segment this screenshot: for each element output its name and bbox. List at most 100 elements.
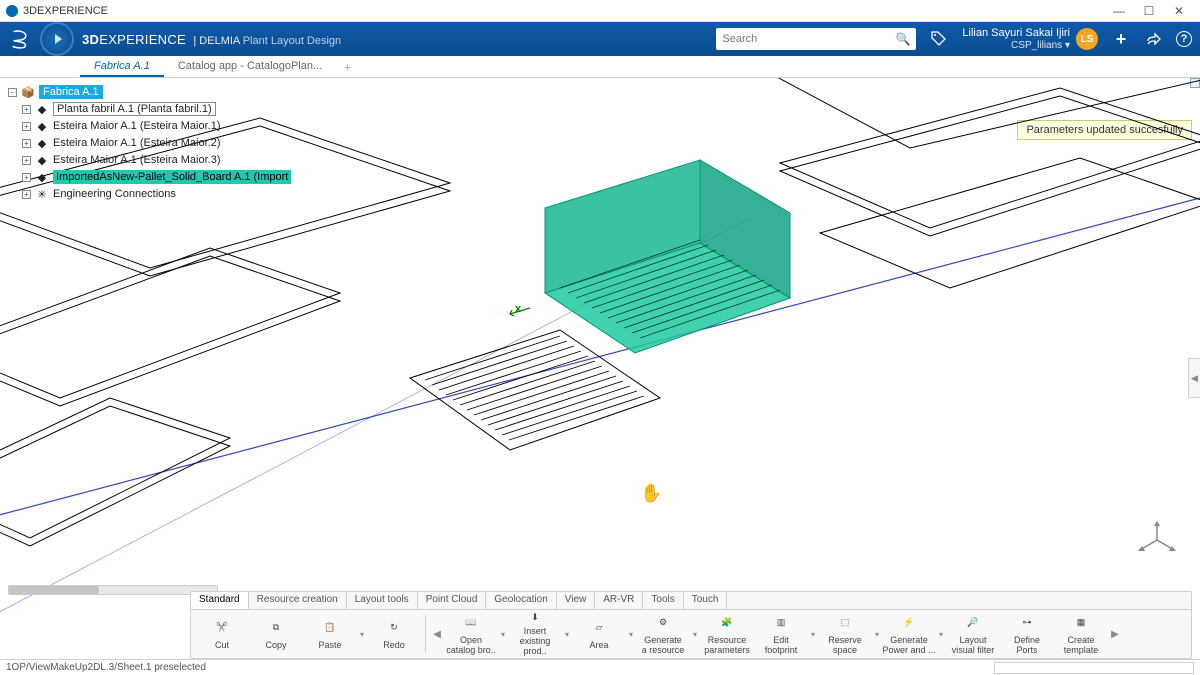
scroll-right-button[interactable]: ▶ [1108,629,1122,640]
cmdtab-point-cloud[interactable]: Point Cloud [418,592,487,609]
window-minimize-button[interactable]: — [1104,1,1134,21]
book-icon: 📖 [460,612,482,634]
dassault-logo-icon [8,27,32,51]
tab-fabrica[interactable]: Fabrica A.1 [80,57,164,77]
template-icon: ▦ [1070,612,1092,634]
timeline-scrollbar[interactable] [8,585,218,595]
connections-icon: ✳ [35,187,49,201]
user-role: CSP_lilians [1011,40,1062,51]
expand-icon[interactable]: + [22,139,31,148]
visual-filter-button[interactable]: 🔎Layout visual filter [946,611,1000,657]
cmdtab-tools[interactable]: Tools [643,592,683,609]
scroll-left-button[interactable]: ◀ [430,629,444,640]
open-catalog-button[interactable]: 📖Open catalog bro.. [444,611,498,657]
compass-button[interactable] [40,22,74,56]
create-template-button[interactable]: ▦Create template [1054,611,1108,657]
tree-item[interactable]: Engineering Connections [53,188,176,200]
window-close-button[interactable]: ✕ [1164,1,1194,21]
tab-catalog[interactable]: Catalog app - CatalogoPlan... [164,57,336,77]
tree-root[interactable]: Fabrica A.1 [39,85,103,99]
redo-icon: ↻ [383,617,405,639]
view-triad-icon[interactable] [1132,515,1182,565]
cmdtab-ar-vr[interactable]: AR-VR [595,592,643,609]
play-icon [55,34,62,44]
generate-resource-dropdown[interactable]: ▾ [690,611,700,657]
cut-button[interactable]: ✂️Cut [195,611,249,657]
open-catalog-dropdown[interactable]: ▾ [498,611,508,657]
viewport-3d[interactable]: − 📦 Fabrica A.1 +◆Planta fabril A.1 (Pla… [0,78,1200,675]
user-fullname: Lilian Sayuri Sakai Ijiri [962,27,1070,39]
cmdtab-layout-tools[interactable]: Layout tools [347,592,418,609]
ports-icon: ⊶ [1016,612,1038,634]
status-text: 1OP/ViewMakeUp2DL.3/Sheet.1 preselected [6,662,206,673]
cube-icon: ⬚ [834,612,856,634]
chevron-down-icon: ▾ [1065,40,1070,51]
cmdtab-view[interactable]: View [557,592,596,609]
help-icon[interactable]: ? [1176,31,1192,47]
tree-item[interactable]: Esteira Maior A.1 (Esteira Maior.3) [53,154,221,166]
tree-item[interactable]: Esteira Maior A.1 (Esteira Maior.1) [53,120,221,132]
part-icon: ◆ [35,170,49,184]
add-tab-button[interactable]: + [336,59,358,77]
expand-icon[interactable]: − [8,88,17,97]
separator [425,615,426,653]
expand-icon[interactable]: + [22,190,31,199]
paste-dropdown[interactable]: ▾ [357,611,367,657]
expand-icon[interactable]: + [22,105,31,114]
resource-params-button[interactable]: 🧩Resource parameters [700,611,754,657]
search-icon[interactable]: 🔍 [895,32,910,46]
footprint-icon: ▥ [770,612,792,634]
power-icon: ⚡ [898,612,920,634]
generate-resource-button[interactable]: ⚙Generate a resource [636,611,690,657]
command-tabs: Standard Resource creation Layout tools … [191,592,1191,610]
expand-icon[interactable]: + [22,156,31,165]
cmdtab-resource-creation[interactable]: Resource creation [249,592,347,609]
tree-item[interactable]: Esteira Maior A.1 (Esteira Maior.2) [53,137,221,149]
area-dropdown[interactable]: ▾ [626,611,636,657]
cmdtab-standard[interactable]: Standard [191,592,249,609]
edit-footprint-dropdown[interactable]: ▾ [808,611,818,657]
cmdtab-touch[interactable]: Touch [684,592,728,609]
search-input[interactable] [722,33,895,45]
insert-icon: ⬇ [524,611,546,625]
status-input[interactable] [994,662,1194,674]
scissors-icon: ✂️ [211,617,233,639]
cmdtab-geolocation[interactable]: Geolocation [486,592,556,609]
reserve-space-dropdown[interactable]: ▾ [872,611,882,657]
edit-footprint-button[interactable]: ▥Edit footprint [754,611,808,657]
user-block[interactable]: Lilian Sayuri Sakai Ijiri CSP_lilians ▾ … [962,27,1098,50]
tag-icon[interactable] [930,30,948,48]
define-ports-button[interactable]: ⊶Define Ports [1000,611,1054,657]
brand-label: 3DEXPERIENCE | DELMIA Plant Layout Desig… [82,32,341,47]
window-maximize-button[interactable]: ☐ [1134,1,1164,21]
feature-tree[interactable]: − 📦 Fabrica A.1 +◆Planta fabril A.1 (Pla… [6,84,293,203]
copy-icon: ⧉ [265,617,287,639]
insert-existing-dropdown[interactable]: ▾ [562,611,572,657]
insert-existing-button[interactable]: ⬇Insert existing prod.. [508,611,562,657]
paste-button[interactable]: 📋Paste [303,611,357,657]
redo-button[interactable]: ↻Redo [367,611,421,657]
app-icon [6,5,18,17]
scrollbar-thumb[interactable] [9,586,99,594]
generate-power-dropdown[interactable]: ▾ [936,611,946,657]
part-icon: ◆ [35,153,49,167]
selected-object[interactable] [545,160,790,353]
part-icon: ◆ [35,102,49,116]
part-icon: ◆ [35,136,49,150]
expand-icon[interactable]: + [22,173,31,182]
filter-icon: 🔎 [962,612,984,634]
part-icon: ◆ [35,119,49,133]
area-button[interactable]: ▱Area [572,611,626,657]
add-icon[interactable]: + [1112,30,1130,48]
avatar[interactable]: LS [1076,28,1098,50]
search-box[interactable]: 🔍 [716,28,916,50]
tree-item[interactable]: Planta fabril A.1 (Planta fabril.1) [53,102,216,116]
command-bar: Standard Resource creation Layout tools … [190,591,1192,659]
status-bar: 1OP/ViewMakeUp2DL.3/Sheet.1 preselected [0,659,1200,675]
copy-button[interactable]: ⧉Copy [249,611,303,657]
reserve-space-button[interactable]: ⬚Reserve space [818,611,872,657]
expand-icon[interactable]: + [22,122,31,131]
generate-power-button[interactable]: ⚡Generate Power and ... [882,611,936,657]
share-icon[interactable] [1144,30,1162,48]
tree-item-selected[interactable]: ImportedAsNew-Pallet_Solid_Board A.1 (Im… [53,170,291,184]
